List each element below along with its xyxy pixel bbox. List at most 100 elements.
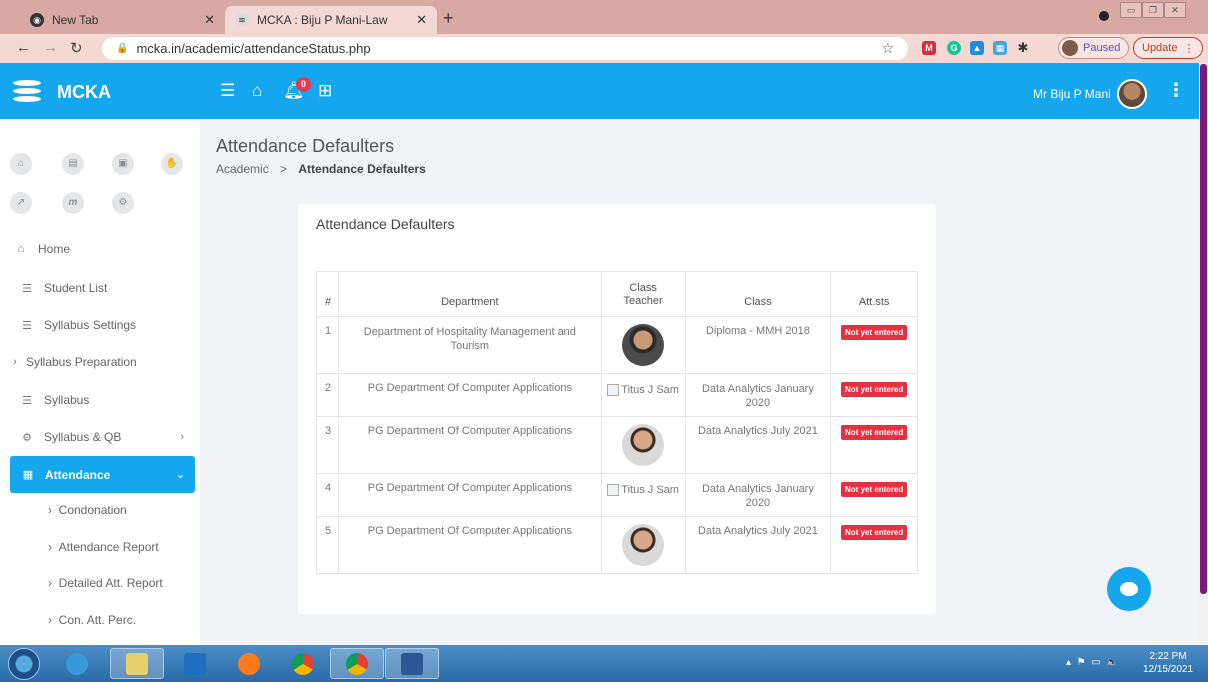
minimize-button[interactable]: ▭: [1120, 2, 1142, 18]
outlook-icon[interactable]: [168, 648, 222, 679]
profile-avatar: [1062, 40, 1078, 56]
breadcrumb-parent[interactable]: Academic: [216, 162, 269, 176]
status-cell: Not yet entered: [830, 473, 918, 517]
table-row: 3 PG Department Of Computer Applications…: [316, 416, 918, 474]
tab-new-tab[interactable]: ◉ New Tab ✕: [20, 6, 225, 34]
grammarly-icon[interactable]: G: [947, 41, 961, 55]
submenu-item-detailed-att-report[interactable]: › Detailed Att. Report: [48, 576, 163, 590]
row-number: 2: [316, 373, 339, 417]
extension-icon[interactable]: ▲: [970, 41, 984, 55]
submenu-item-condonation[interactable]: › Condonation: [48, 503, 127, 517]
chat-button[interactable]: [1107, 567, 1151, 611]
mcka-logo[interactable]: [12, 76, 42, 106]
tab-mcka[interactable]: ≋ MCKA : Biju P Mani-Law ✕: [225, 6, 437, 34]
calendar-icon: ▦: [22, 469, 34, 481]
browser-toolbar: ← → ↻ 🔒 mcka.in/academic/attendanceStatu…: [0, 34, 1208, 63]
department-cell: PG Department Of Computer Applications: [337, 473, 602, 517]
kebab-icon: ⋮: [1183, 42, 1195, 55]
apps-grid-icon[interactable]: ⊞: [318, 81, 332, 101]
teacher-cell: [600, 416, 686, 474]
submenu-item-con-att-perc[interactable]: › Con. Att. Perc.: [48, 613, 136, 627]
brand-name[interactable]: MCKA: [57, 82, 111, 103]
sidebar-item-home[interactable]: ⌂ Home: [0, 232, 200, 266]
status-cell: Not yet entered: [830, 373, 918, 417]
chrome-icon[interactable]: [276, 648, 330, 679]
kebab-icon[interactable]: ⋮: [1167, 80, 1185, 101]
list-icon: ☰: [22, 394, 32, 407]
chevron-right-icon: ›: [13, 356, 17, 368]
home-icon[interactable]: ⌂: [10, 153, 32, 175]
clock[interactable]: 2:22 PM 12/15/2021: [1136, 650, 1200, 676]
home-icon: ⌂: [17, 243, 25, 255]
scrollbar-thumb[interactable]: [1200, 64, 1207, 594]
chevron-right-icon: ›: [180, 431, 184, 443]
back-button[interactable]: ←: [16, 39, 31, 56]
breadcrumb-separator: >: [280, 162, 288, 176]
sidebar-item-label: Syllabus Preparation: [26, 355, 137, 369]
broken-image-icon: [607, 484, 620, 496]
submenu-item-attendance-report[interactable]: › Attendance Report: [48, 540, 159, 554]
avatar[interactable]: [1117, 79, 1147, 109]
update-button[interactable]: Update ⋮: [1133, 37, 1204, 59]
browser-tab-strip: ◉ New Tab ✕ ≋ MCKA : Biju P Mani-Law ✕ +…: [0, 0, 1208, 34]
sidebar-item-syllabus-qb[interactable]: ⚙ Syllabus & QB ›: [0, 420, 200, 454]
bookmark-star-icon[interactable]: ☆: [881, 40, 894, 57]
reload-button[interactable]: ↻: [70, 39, 83, 57]
word-icon[interactable]: [385, 648, 439, 679]
taskbar: ▴ ⚑ ▭ 🔈 2:22 PM 12/15/2021: [0, 645, 1208, 682]
sidebar-item-student-list[interactable]: ☰ Student List: [0, 271, 200, 305]
internet-explorer-icon[interactable]: [50, 648, 104, 679]
gear-icon[interactable]: ⚙: [112, 192, 134, 214]
address-bar[interactable]: 🔒 mcka.in/academic/attendanceStatus.php …: [102, 37, 908, 60]
handshake-icon[interactable]: ✋: [161, 153, 183, 175]
extension-icon[interactable]: M: [922, 41, 936, 55]
status-cell: Not yet entered: [830, 516, 918, 574]
profile-button[interactable]: Paused: [1058, 37, 1130, 59]
chrome-profile-icon[interactable]: [330, 648, 384, 679]
system-tray[interactable]: ▴ ⚑ ▭ 🔈: [1066, 657, 1119, 668]
status-cell: Not yet entered: [830, 316, 918, 374]
m-icon[interactable]: m: [62, 192, 84, 214]
teacher-alt-text: Titus J Sam: [621, 384, 679, 396]
close-icon[interactable]: ✕: [204, 12, 215, 28]
close-icon[interactable]: ✕: [416, 12, 427, 28]
forward-button[interactable]: →: [43, 39, 58, 56]
breadcrumb: Academic > Attendance Defaulters: [216, 162, 426, 176]
teacher-cell: Titus J Sam: [600, 473, 686, 517]
chevron-down-icon: ⌄: [175, 469, 185, 481]
sidebar-item-label: Home: [38, 242, 71, 256]
start-button[interactable]: [8, 648, 40, 680]
sidebar-item-syllabus[interactable]: ☰ Syllabus: [0, 383, 200, 417]
card-title: Attendance Defaulters: [316, 216, 455, 232]
table-row: 2 PG Department Of Computer Applications…: [316, 373, 918, 417]
sidebar-item-label: Attendance: [45, 467, 111, 482]
menu-toggle-icon[interactable]: ☰: [220, 81, 235, 101]
sidebar-item-syllabus-settings[interactable]: ☰ Syllabus Settings: [0, 308, 200, 342]
new-tab-button[interactable]: +: [443, 8, 454, 29]
firefox-icon[interactable]: [222, 648, 276, 679]
external-link-icon[interactable]: ↗: [10, 192, 32, 214]
sidebar-item-attendance[interactable]: ▦ Attendance ⌄: [10, 456, 195, 493]
cogs-icon: ⚙: [22, 431, 32, 444]
teacher-photo: [622, 324, 665, 366]
teacher-photo-broken: Titus J Sam: [607, 484, 679, 496]
home-icon[interactable]: ⌂: [252, 81, 262, 101]
class-cell: Data Analytics July 2021: [684, 516, 832, 574]
sidebar-item-label: Student List: [44, 281, 108, 295]
column-header: Class: [684, 271, 832, 317]
sidebar-item-syllabus-preparation[interactable]: › Syllabus Preparation: [0, 345, 200, 379]
department-cell: Department of Hospitality Management and…: [337, 316, 602, 374]
close-window-button[interactable]: ✕: [1164, 2, 1186, 18]
lock-icon[interactable]: ▣: [112, 153, 134, 175]
user-name[interactable]: Mr Biju P Mani: [1033, 87, 1111, 101]
id-card-icon[interactable]: ▤: [62, 153, 84, 175]
extension-icon[interactable]: ▦: [993, 41, 1007, 55]
file-explorer-icon[interactable]: [110, 648, 164, 679]
maximize-button[interactable]: ❐: [1142, 2, 1164, 18]
puzzle-icon[interactable]: ✱: [1016, 41, 1030, 55]
lock-icon: 🔒: [116, 43, 129, 54]
teacher-photo: [622, 524, 665, 566]
table-row: 1 Department of Hospitality Management a…: [316, 316, 918, 374]
column-header: Att.sts: [830, 271, 918, 317]
class-cell: Data Analytics July 2021: [684, 416, 832, 474]
